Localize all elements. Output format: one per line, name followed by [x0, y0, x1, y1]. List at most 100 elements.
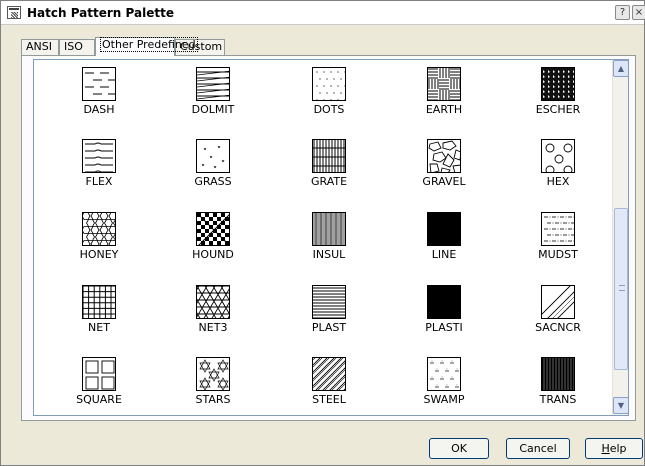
pattern-item-swamp[interactable]: SWAMP [389, 350, 499, 415]
pattern-item-honey[interactable]: HONEY [44, 205, 154, 275]
tab-label: Other Predefined [100, 37, 198, 52]
cancel-button[interactable]: Cancel [506, 438, 570, 459]
pattern-label: DOTS [313, 103, 345, 116]
pattern-item-net3[interactable]: NET3 [158, 278, 268, 348]
dots-pattern-icon [312, 67, 346, 101]
pattern-item-plasti[interactable]: PLASTI [389, 278, 499, 348]
pattern-label: HEX [546, 175, 570, 188]
pattern-label: SQUARE [76, 393, 122, 406]
scroll-up-arrow-icon[interactable]: ▲ [613, 60, 628, 77]
pattern-label: MUDST [538, 248, 578, 261]
ok-button[interactable]: OK [429, 438, 489, 459]
dolmit-pattern-icon [196, 67, 230, 101]
pattern-item-steel[interactable]: STEEL [274, 350, 384, 415]
scrollbar-thumb[interactable] [614, 208, 628, 370]
pattern-label: NET [88, 321, 110, 334]
close-icon[interactable]: × [632, 5, 645, 20]
pattern-label: DASH [83, 103, 115, 116]
tab-iso[interactable]: ISO [59, 39, 95, 55]
pattern-item-dolmit[interactable]: DOLMIT [158, 60, 268, 130]
help-label-rest: elp [609, 442, 627, 455]
earth-pattern-icon [427, 67, 461, 101]
pattern-list: DASH DOLMIT DOTS EARTH ESCHER FLEX GRASS GRATE G… [33, 59, 629, 416]
pattern-item-plast[interactable]: PLAST [274, 278, 384, 348]
pattern-label: PLASTI [425, 321, 463, 334]
stars-pattern-icon [196, 357, 230, 391]
help-mnemonic: H [601, 442, 610, 455]
pattern-label: GRAVEL [422, 175, 466, 188]
pattern-item-flex[interactable]: FLEX [44, 132, 154, 202]
pattern-grid: DASH DOLMIT DOTS EARTH ESCHER FLEX GRASS GRATE G… [34, 60, 612, 415]
pattern-item-dash[interactable]: DASH [44, 60, 154, 130]
pattern-item-square[interactable]: SQUARE [44, 350, 154, 415]
hex-pattern-icon [541, 139, 575, 173]
help-button[interactable]: Help [585, 438, 643, 459]
flex-pattern-icon [82, 139, 116, 173]
pattern-label: DOLMIT [191, 103, 235, 116]
title-bar[interactable]: Hatch Pattern Palette ? × [1, 1, 645, 25]
dash-pattern-icon [82, 67, 116, 101]
pattern-label: STEEL [312, 393, 346, 406]
square-pattern-icon [82, 357, 116, 391]
pattern-item-hound[interactable]: HOUND [158, 205, 268, 275]
pattern-label: HOUND [192, 248, 234, 261]
grip-icon [619, 285, 625, 291]
app-icon [7, 6, 21, 19]
pattern-item-net[interactable]: NET [44, 278, 154, 348]
hound-pattern-icon [196, 212, 230, 246]
plast-pattern-icon [312, 285, 346, 319]
scroll-down-arrow-icon[interactable]: ▼ [613, 397, 628, 414]
pattern-label: ESCHER [535, 103, 581, 116]
trans-pattern-icon [541, 357, 575, 391]
pattern-label: LINE [431, 248, 457, 261]
line-pattern-icon [427, 212, 461, 246]
window-title: Hatch Pattern Palette [27, 6, 174, 20]
pattern-label: TRANS [539, 393, 577, 406]
net-pattern-icon [82, 285, 116, 319]
grate-pattern-icon [312, 139, 346, 173]
pattern-label: GRATE [310, 175, 348, 188]
steel-pattern-icon [312, 357, 346, 391]
pattern-item-grate[interactable]: GRATE [274, 132, 384, 202]
escher-pattern-icon [541, 67, 575, 101]
pattern-label: SACNCR [535, 321, 581, 334]
pattern-item-dots[interactable]: DOTS [274, 60, 384, 130]
swamp-pattern-icon [427, 357, 461, 391]
pattern-item-gravel[interactable]: GRAVEL [389, 132, 499, 202]
help-question-icon[interactable]: ? [615, 5, 630, 20]
pattern-item-line[interactable]: LINE [389, 205, 499, 275]
grass-pattern-icon [196, 139, 230, 173]
pattern-label: HONEY [79, 248, 119, 261]
pattern-label: PLAST [311, 321, 347, 334]
pattern-item-earth[interactable]: EARTH [389, 60, 499, 130]
tab-other-predefined[interactable]: Other Predefined [95, 37, 198, 56]
other-predefined-panel: DASH DOLMIT DOTS EARTH ESCHER FLEX GRASS GRATE G… [21, 55, 636, 421]
pattern-item-mudst[interactable]: MUDST [503, 205, 613, 275]
pattern-item-sacncr[interactable]: SACNCR [503, 278, 613, 348]
vertical-scrollbar[interactable]: ▲ ▼ [612, 60, 628, 415]
honey-pattern-icon [82, 212, 116, 246]
tab-ansi[interactable]: ANSI [21, 39, 59, 55]
pattern-item-hex[interactable]: HEX [503, 132, 613, 202]
pattern-item-escher[interactable]: ESCHER [503, 60, 613, 130]
pattern-label: EARTH [425, 103, 463, 116]
net3-pattern-icon [196, 285, 230, 319]
pattern-label: INSUL [312, 248, 346, 261]
tab-label: ANSI [26, 40, 52, 53]
pattern-item-insul[interactable]: INSUL [274, 205, 384, 275]
insul-pattern-icon [312, 212, 346, 246]
pattern-label: GRASS [194, 175, 232, 188]
pattern-label: STARS [195, 393, 231, 406]
gravel-pattern-icon [427, 139, 461, 173]
pattern-label: NET3 [198, 321, 228, 334]
pattern-item-grass[interactable]: GRASS [158, 132, 268, 202]
tab-label: ISO [64, 40, 83, 53]
mudst-pattern-icon [541, 212, 575, 246]
pattern-item-stars[interactable]: STARS [158, 350, 268, 415]
pattern-label: FLEX [85, 175, 113, 188]
hatch-pattern-palette-dialog: Hatch Pattern Palette ? × ANSI ISO Other… [0, 0, 645, 466]
pattern-item-trans[interactable]: TRANS [503, 350, 613, 415]
plasti-pattern-icon [427, 285, 461, 319]
pattern-label: SWAMP [423, 393, 465, 406]
sacncr-pattern-icon [541, 285, 575, 319]
